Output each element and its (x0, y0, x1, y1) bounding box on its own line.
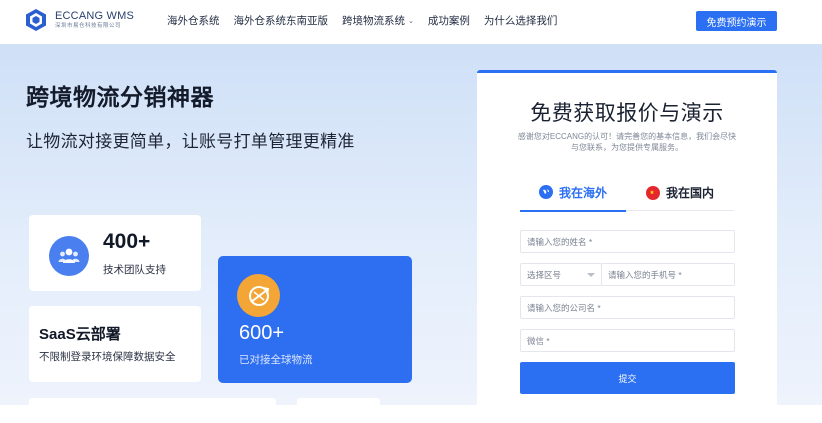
china-flag-icon (645, 185, 660, 200)
global-logistics-icon (237, 274, 280, 317)
nav-item-overseas-wms-sea[interactable]: 海外仓系统东南亚版 (234, 13, 329, 28)
logo[interactable]: ECCANG WMS 深圳市易仓科技有限公司 (24, 8, 134, 32)
free-demo-button[interactable]: 免费预约演示 (696, 11, 777, 31)
main-nav: 海外仓系统 海外仓系统东南亚版 跨境物流系统 ⌄ 成功案例 为什么选择我们 (167, 13, 571, 28)
stat-card-logistics: 600+ 已对接全球物流 (218, 256, 412, 383)
name-input[interactable]: 请输入您的姓名 * (520, 230, 735, 253)
hero-subtitle: 让物流对接更简单，让账号打单管理更精准 (26, 132, 355, 151)
tab-label: 我在海外 (558, 185, 607, 200)
area-code-select[interactable]: 选择区号 (520, 263, 602, 286)
page: ECCANG WMS 深圳市易仓科技有限公司 海外仓系统 海外仓系统东南亚版 跨… (0, 0, 822, 423)
team-icon (49, 236, 89, 276)
form-title: 免费获取报价与演示 (530, 102, 724, 125)
phone-input[interactable]: 请输入您的手机号 * (601, 263, 735, 286)
quote-form: 免费获取报价与演示 感谢您对ECCANG的认可！请完善您的基本信息，我们会尽快与… (477, 70, 777, 405)
stat-title: SaaS云部署 (39, 326, 121, 343)
wechat-input[interactable]: 微信 * (520, 329, 735, 352)
stat-value: 600+ (239, 322, 285, 344)
nav-item-why-us[interactable]: 为什么选择我们 (484, 13, 558, 28)
stat-card-partial (297, 398, 380, 405)
area-code-placeholder: 选择区号 (527, 269, 562, 280)
nav-item-label: 跨境物流系统 (342, 15, 405, 27)
stat-label: 已对接全球物流 (239, 354, 313, 366)
nav-item-logistics-system[interactable]: 跨境物流系统 ⌄ (342, 13, 414, 28)
eccang-logo-icon (26, 9, 46, 31)
stat-card-team: 400+ 技术团队支持 (29, 215, 201, 291)
top-header: ECCANG WMS 深圳市易仓科技有限公司 海外仓系统 海外仓系统东南亚版 跨… (0, 0, 822, 44)
form-description: 感谢您对ECCANG的认可！请完善您的基本信息，我们会尽快与您联系，为您提供专属… (517, 132, 737, 152)
region-tabs: 我在海外 我在国内 (520, 174, 734, 212)
tab-label: 我在国内 (665, 186, 714, 200)
hero-title: 跨境物流分销神器 (26, 84, 214, 110)
stat-card-partial (29, 398, 276, 405)
stat-value: 400+ (103, 230, 151, 253)
chevron-down-icon (587, 273, 595, 277)
chevron-down-icon: ⌄ (408, 17, 414, 25)
submit-button[interactable]: 提交 (520, 362, 735, 394)
logo-title: ECCANG WMS (55, 9, 134, 22)
tab-overseas[interactable]: 我在海外 (520, 174, 626, 212)
tab-domestic[interactable]: 我在国内 (626, 174, 734, 211)
stat-card-saas: SaaS云部署 不限制登录环境保障数据安全 (29, 306, 201, 382)
stat-label: 不限制登录环境保障数据安全 (39, 351, 176, 363)
nav-item-cases[interactable]: 成功案例 (428, 13, 470, 28)
nav-item-overseas-wms[interactable]: 海外仓系统 (167, 13, 220, 28)
globe-icon (538, 185, 553, 199)
logo-text: ECCANG WMS 深圳市易仓科技有限公司 (55, 9, 134, 30)
stat-label: 技术团队支持 (103, 264, 166, 276)
company-input[interactable]: 请输入您的公司名 * (520, 296, 735, 319)
logo-subtitle: 深圳市易仓科技有限公司 (55, 22, 122, 29)
